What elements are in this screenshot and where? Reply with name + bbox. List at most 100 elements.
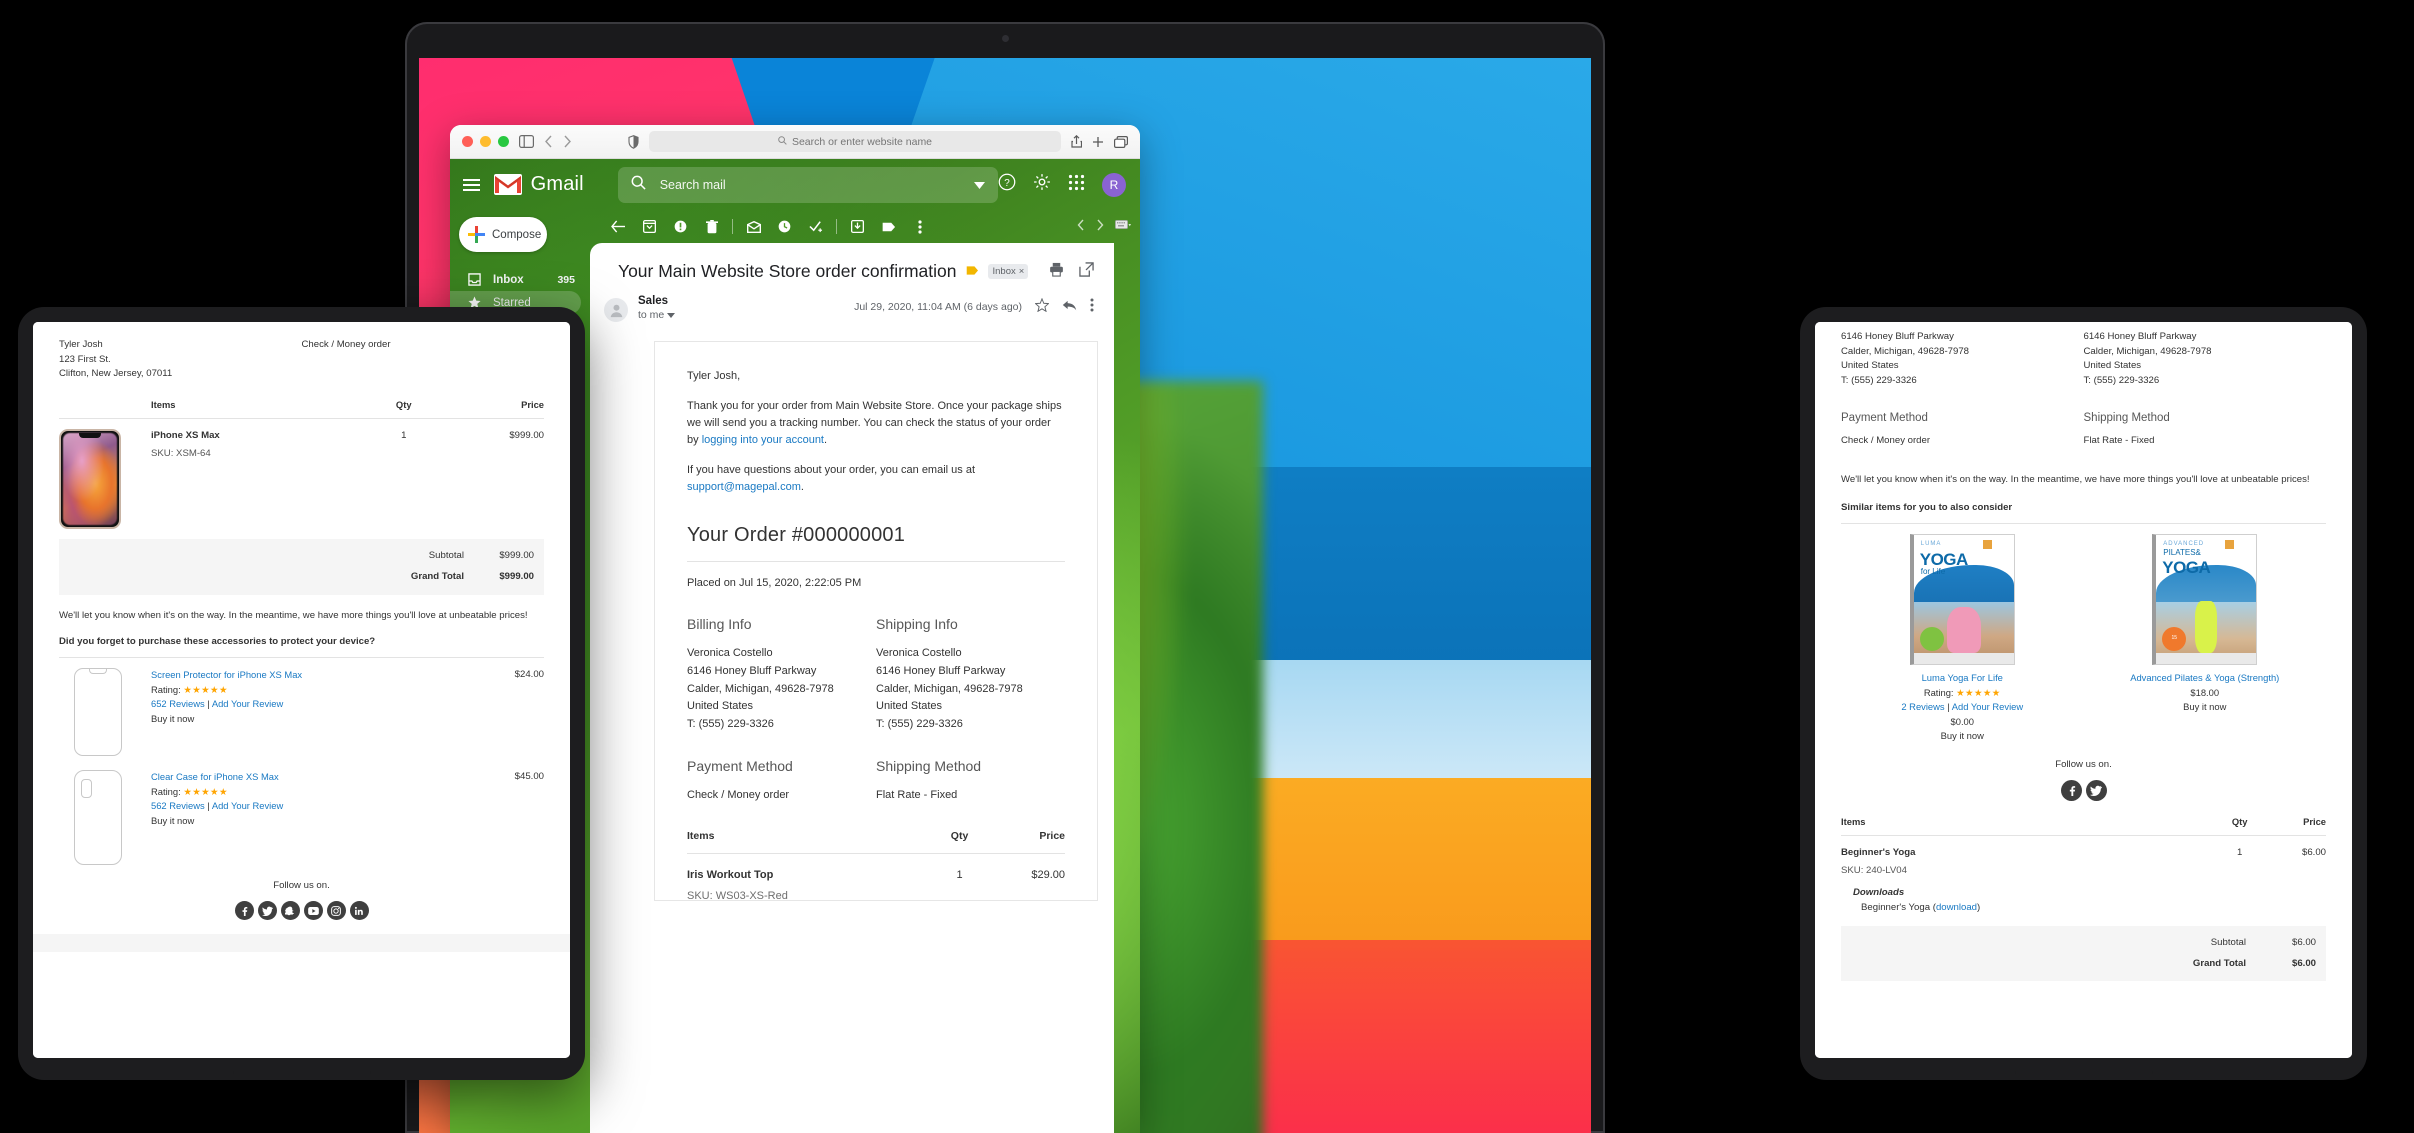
support-email-link[interactable]: support@magepal.com xyxy=(687,481,801,493)
move-to-icon[interactable] xyxy=(842,220,873,233)
youtube-icon[interactable] xyxy=(303,901,323,921)
message-recipient[interactable]: to me xyxy=(638,309,676,321)
reviews-link[interactable]: Reviews xyxy=(1909,701,1944,712)
search-mail-input[interactable]: Search mail xyxy=(617,166,998,203)
luma-logo-icon xyxy=(1982,539,2009,549)
tablet-right-promo-heading: Similar items for you to also consider xyxy=(1841,501,2326,524)
payment-method-block: Check / Money order xyxy=(302,338,545,382)
follow-us-label: Follow us on. xyxy=(273,880,330,892)
apps-grid-icon[interactable] xyxy=(1068,174,1085,196)
share-icon[interactable] xyxy=(1071,135,1082,148)
snapchat-icon[interactable] xyxy=(280,901,300,921)
open-in-new-window-icon[interactable] xyxy=(1079,261,1094,282)
reviews-link[interactable]: Reviews xyxy=(169,800,204,811)
item-qty: 1 xyxy=(401,430,407,442)
older-icon[interactable] xyxy=(1096,219,1104,234)
rating-label: Rating: xyxy=(151,785,181,797)
product-name-link[interactable]: Advanced Pilates & Yoga (Strength) xyxy=(2130,672,2279,683)
main-menu-icon[interactable] xyxy=(450,176,494,194)
order-placed-on: Placed on Jul 15, 2020, 2:22:05 PM xyxy=(687,577,862,590)
sidebar-item-label: Inbox xyxy=(493,273,524,286)
gear-icon[interactable] xyxy=(1033,173,1051,196)
download-item-name: Beginner's Yoga xyxy=(1861,901,1931,913)
item-sku: SKU: WS03-XS-Red xyxy=(687,890,788,901)
input-tools-icon[interactable] xyxy=(1115,219,1131,234)
archive-icon[interactable] xyxy=(634,220,665,233)
order-items-table: Items Qty Price Iris Workout Top SKU: WS… xyxy=(687,827,1065,901)
window-traffic-lights[interactable] xyxy=(462,136,509,147)
avatar[interactable]: R xyxy=(1102,172,1126,197)
twitter-icon[interactable] xyxy=(2085,779,2107,801)
message-sender-row: Sales to me Jul 29, 2020, 11:04 AM (6 da… xyxy=(590,282,1114,322)
back-icon[interactable] xyxy=(544,135,553,148)
reviews-count-link[interactable]: 652 xyxy=(151,698,167,709)
sidebar-toggle-icon[interactable] xyxy=(519,135,534,148)
report-spam-icon[interactable] xyxy=(665,220,696,233)
gmail-header-actions: ? R xyxy=(998,172,1140,197)
logging-into-your-account-link[interactable]: logging into your account xyxy=(702,434,824,446)
grand-total-label: Grand Total xyxy=(2192,957,2246,969)
forward-icon[interactable] xyxy=(563,135,572,148)
tab-overview-icon[interactable] xyxy=(1114,135,1128,148)
back-to-inbox-icon[interactable] xyxy=(603,220,634,233)
snooze-icon[interactable] xyxy=(769,220,800,233)
product-name-link[interactable]: Clear Case for iPhone XS Max xyxy=(151,771,279,782)
tablet-right-email: 6146 Honey Bluff Parkway Calder, Michiga… xyxy=(1815,322,2352,1058)
facebook-icon[interactable] xyxy=(234,901,254,921)
order-title: Your Order #000000001 xyxy=(687,524,906,547)
instagram-icon[interactable] xyxy=(326,901,346,921)
more-options-icon[interactable] xyxy=(904,219,935,234)
new-tab-icon[interactable] xyxy=(1092,136,1104,148)
labels-icon[interactable] xyxy=(873,221,904,233)
tablet-left-device: Tyler Josh 123 First St. Clifton, New Je… xyxy=(18,307,585,1080)
buy-it-now-label[interactable]: Buy it now xyxy=(1841,729,2084,744)
search-options-chevron-icon[interactable] xyxy=(974,176,985,194)
more-options-icon[interactable] xyxy=(1090,298,1094,315)
label-important-marker-icon[interactable] xyxy=(966,263,979,281)
item-sku: SKU: XSM-64 xyxy=(151,448,211,460)
zoom-button[interactable] xyxy=(498,136,509,147)
buy-it-now-label[interactable]: Buy it now xyxy=(151,814,501,829)
print-icon[interactable] xyxy=(1049,262,1064,282)
tablet-left-items-table: Items Qty Price iPhone XS Max SKU: XSM-6 xyxy=(59,397,544,530)
mark-unread-icon[interactable] xyxy=(738,220,769,233)
tablet-left-totals: Subtotal $999.00 Grand Total $999.00 xyxy=(59,539,544,596)
message-subject-row: Your Main Website Store order confirmati… xyxy=(590,243,1114,282)
star-icon[interactable] xyxy=(1034,297,1050,315)
iphone-xs-max-image xyxy=(59,429,121,530)
linkedin-icon[interactable] xyxy=(349,901,369,921)
add-to-tasks-icon[interactable] xyxy=(800,220,831,233)
add-your-review-link[interactable]: Add Your Review xyxy=(212,800,283,811)
buy-it-now-label[interactable]: Buy it now xyxy=(151,712,501,727)
address-bar[interactable]: Search or enter website name xyxy=(649,131,1061,152)
reviews-link[interactable]: Reviews xyxy=(169,698,204,709)
compose-button[interactable]: Compose xyxy=(459,217,547,252)
product-name-link[interactable]: Screen Protector for iPhone XS Max xyxy=(151,669,302,680)
plus-icon xyxy=(468,226,485,243)
total-label: Subtotal xyxy=(2210,936,2246,948)
twitter-icon[interactable] xyxy=(257,901,277,921)
delete-icon[interactable] xyxy=(696,219,727,234)
newer-icon[interactable] xyxy=(1077,219,1085,234)
facebook-icon[interactable] xyxy=(2060,779,2082,801)
message-label-chip[interactable]: Inbox × xyxy=(987,264,1029,279)
totals-row-grand: Grand Total $999.00 xyxy=(59,567,544,588)
minimize-button[interactable] xyxy=(480,136,491,147)
billing-street: 6146 Honey Bluff Parkway xyxy=(687,664,817,677)
reply-icon[interactable] xyxy=(1062,299,1077,315)
close-icon[interactable]: × xyxy=(1019,266,1025,277)
help-icon[interactable]: ? xyxy=(998,173,1016,196)
gmail-logo[interactable]: Gmail xyxy=(493,173,600,196)
reviews-count-link[interactable]: 2 xyxy=(1901,701,1906,712)
shield-icon[interactable] xyxy=(628,134,639,149)
download-link[interactable]: download xyxy=(1936,902,1977,913)
laptop-bezel xyxy=(405,22,1605,58)
reviews-count-link[interactable]: 562 xyxy=(151,800,167,811)
add-your-review-link[interactable]: Add Your Review xyxy=(212,698,283,709)
product-name-link[interactable]: Luma Yoga For Life xyxy=(1922,672,2003,683)
buy-it-now-label[interactable]: Buy it now xyxy=(2084,700,2327,715)
sidebar-item-inbox[interactable]: Inbox 395 xyxy=(450,268,581,291)
add-your-review-link[interactable]: Add Your Review xyxy=(1952,701,2023,712)
luma-yoga-for-life-cover: LUMA YOGA for Life xyxy=(1909,533,2015,665)
close-button[interactable] xyxy=(462,136,473,147)
